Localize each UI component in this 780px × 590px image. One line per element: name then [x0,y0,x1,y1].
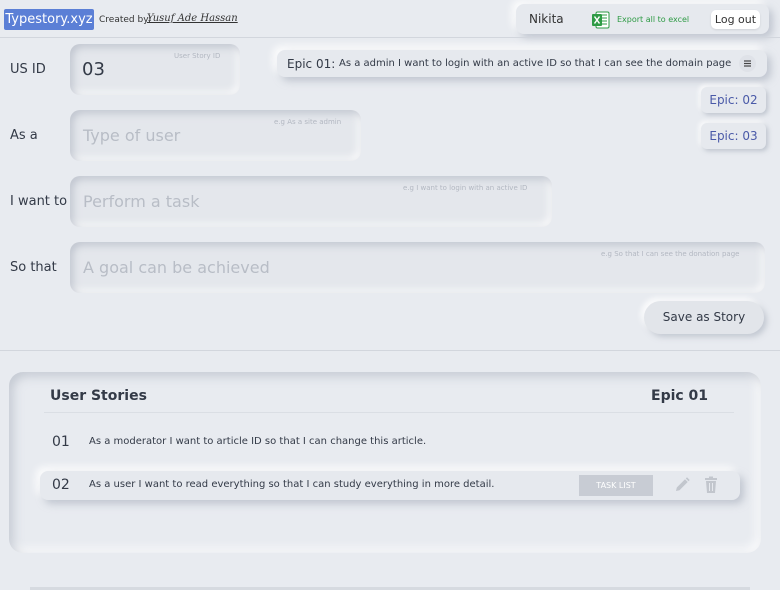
logout-button[interactable]: Log out [711,10,760,29]
goal-placeholder: A goal can be achieved [83,258,270,277]
epic-03-button[interactable]: Epic: 03 [701,123,766,149]
menu-icon[interactable] [739,55,756,72]
header-divider [0,37,780,38]
story-text: As a user I want to read everything so t… [89,479,495,490]
section-divider [0,350,780,351]
pencil-icon[interactable] [673,476,691,494]
task-list-button[interactable]: TASK LIST [579,475,653,496]
excel-icon[interactable] [592,11,610,29]
usid-value: 03 [82,59,105,80]
as-a-label: As a [10,128,38,143]
story-number: 01 [52,434,70,450]
task-hint: e.g I want to login with an active ID [403,184,528,192]
usid-hint: User Story ID [174,52,221,60]
usid-label: US ID [10,62,46,77]
epic-02-button[interactable]: Epic: 02 [701,87,766,113]
task-placeholder: Perform a task [83,192,200,211]
epic-title: Epic 01: [287,57,336,71]
stories-epic-label: Epic 01 [651,388,709,404]
stories-divider [44,412,734,413]
trash-icon[interactable] [703,476,719,494]
author-signature[interactable]: Yusuf Ade Hassan [147,13,238,24]
epic-text: As a admin I want to login with an activ… [339,58,732,69]
story-number: 02 [52,477,70,493]
save-story-button[interactable]: Save as Story [644,301,764,334]
goal-hint: e.g So that I can see the donation page [601,250,740,258]
user-stories-title: User Stories [50,388,147,404]
user-type-hint: e.g As a site admin [274,118,342,126]
so-that-label: So that [10,260,57,275]
app-logo[interactable]: Typestory.xyz [4,9,94,30]
created-by-label: Created by: [99,15,151,25]
i-want-to-label: I want to [10,194,68,209]
username: Nikita [529,12,564,26]
export-excel-link[interactable]: Export all to excel [617,15,689,24]
story-text: As a moderator I want to article ID so t… [89,436,427,447]
user-type-placeholder: Type of user [83,126,181,145]
